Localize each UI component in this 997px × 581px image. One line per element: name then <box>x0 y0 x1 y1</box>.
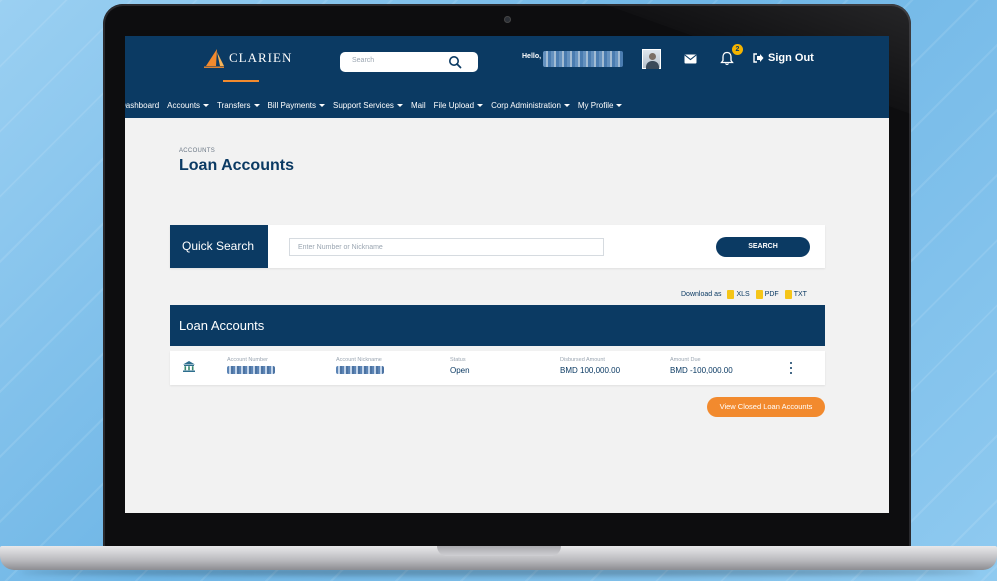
greeting-text: Hello, <box>522 53 542 60</box>
column-header: Disbursed Amount <box>560 357 605 363</box>
brand-logo[interactable]: CLARIEN <box>203 48 292 68</box>
col-v <box>336 366 384 376</box>
notification-badge: 2 <box>732 44 743 55</box>
nav-item-label: Accounts <box>167 100 201 110</box>
nav-item-my-profile[interactable]: My Profile <box>578 101 623 110</box>
sign-out-button[interactable]: Sign Out <box>753 52 814 64</box>
status-cell: Status Open <box>450 357 470 375</box>
caret-down-icon <box>396 103 403 107</box>
download-format-label: PDF <box>764 291 779 298</box>
col-v <box>227 366 275 376</box>
column-header: Amount Due <box>670 357 701 363</box>
logo-underline <box>223 80 259 82</box>
nav-item-accounts[interactable]: Accounts <box>167 100 210 110</box>
view-closed-loan-accounts-button[interactable]: View Closed Loan Accounts <box>707 397 825 417</box>
caret-down-icon <box>253 103 260 107</box>
download-pdf-link[interactable]: PDF <box>755 290 779 299</box>
sign-out-label: Sign Out <box>768 52 814 64</box>
quick-search-placeholder: Enter Number or Nickname <box>298 244 383 251</box>
column-header: Status <box>450 357 466 363</box>
breadcrumb[interactable]: ACCOUNTS <box>179 148 215 154</box>
avatar[interactable] <box>642 49 661 69</box>
logo-text: CLARIEN <box>229 50 293 65</box>
download-txt-link[interactable]: TXT <box>784 290 807 299</box>
nav-item-bill-payments[interactable]: Bill Payments <box>267 100 326 110</box>
nav-item-label: Transfers <box>217 100 251 110</box>
account-nickname-cell: Account Nickname <box>336 357 384 376</box>
nav-item-support-services[interactable]: Support Services <box>333 101 403 110</box>
amount-due-value: BMD -100,000.00 <box>670 366 733 375</box>
caret-down-icon <box>563 103 570 107</box>
download-label: Download as <box>681 291 722 298</box>
amount-due-cell: Amount Due BMD -100,000.00 <box>670 357 733 375</box>
download-format-label: TXT <box>793 291 807 298</box>
column-header: Account Number <box>227 357 268 363</box>
nav-item-label: Mail <box>410 100 426 110</box>
download-xls-link[interactable]: XLS <box>727 290 750 299</box>
nav-item-corp-administration[interactable]: Corp Administration <box>491 101 570 110</box>
table-row[interactable]: Account Number Account Nickname Status O… <box>170 351 825 385</box>
nav-item-label: Bill Payments <box>267 100 317 110</box>
top-header: CLARIEN Search Hello, 2 Sign Out ashboar… <box>125 36 889 118</box>
redacted-account-nickname <box>336 366 384 374</box>
caret-down-icon <box>319 103 326 107</box>
nav-item-label: Support Services <box>333 100 394 110</box>
more-options-icon[interactable] <box>790 362 793 374</box>
nav-item-label: File Upload <box>433 100 475 110</box>
nav-item-label: Corp Administration <box>491 100 561 110</box>
main-nav: Dashboard Accounts Transfers Bill Paymen… <box>125 96 889 114</box>
nav-item-mail[interactable]: Mail <box>411 101 426 110</box>
search-placeholder: Search <box>352 57 375 64</box>
quick-search-label: Quick Search <box>170 225 268 268</box>
caret-down-icon <box>477 103 484 107</box>
redacted-username <box>543 51 623 67</box>
nav-item-transfers[interactable]: Transfers <box>217 101 260 110</box>
nav-item-label: Dashboard <box>125 100 160 110</box>
redacted-account-number <box>227 366 275 374</box>
sign-out-icon <box>753 53 764 63</box>
download-options: Download as XLS PDF TXT <box>681 290 807 299</box>
webcam <box>504 16 511 23</box>
avatar-head <box>649 53 656 60</box>
caret-down-icon <box>616 103 623 107</box>
span <box>790 372 792 374</box>
mail-icon[interactable] <box>684 54 697 64</box>
loan-accounts-header: Loan Accounts <box>170 305 825 346</box>
nav-item-label: My Profile <box>577 100 614 110</box>
sail-logo-icon <box>204 49 224 68</box>
disbursed-amount-value: BMD 100,000.00 <box>560 366 621 375</box>
disbursed-amount-cell: Disbursed Amount BMD 100,000.00 <box>560 357 620 375</box>
span <box>790 367 792 369</box>
search-icon[interactable] <box>448 55 462 69</box>
quick-search-input[interactable]: Enter Number or Nickname <box>289 238 604 256</box>
bank-icon <box>183 361 195 372</box>
nav-item-file-upload[interactable]: File Upload <box>433 100 484 110</box>
nav-item-dashboard[interactable]: Dashboard <box>125 101 159 110</box>
status-value: Open <box>450 366 470 375</box>
laptop-notch <box>437 546 561 556</box>
file-icon <box>784 290 792 299</box>
caret-down-icon <box>203 103 210 107</box>
file-icon <box>727 290 735 299</box>
quick-search-panel: Quick Search Enter Number or Nickname SE… <box>170 225 825 268</box>
app-screen: CLARIEN Search Hello, 2 Sign Out ashboar… <box>125 36 889 513</box>
column-header: Account Nickname <box>336 357 382 363</box>
download-format-label: XLS <box>736 291 750 298</box>
search-input[interactable]: Search <box>340 52 478 72</box>
page-title: Loan Accounts <box>179 157 294 174</box>
search-button[interactable]: SEARCH <box>716 237 810 257</box>
avatar-body <box>646 61 659 69</box>
file-icon <box>755 290 763 299</box>
bell-icon[interactable] <box>720 51 734 66</box>
span <box>790 362 792 364</box>
account-number-cell: Account Number <box>227 357 275 376</box>
